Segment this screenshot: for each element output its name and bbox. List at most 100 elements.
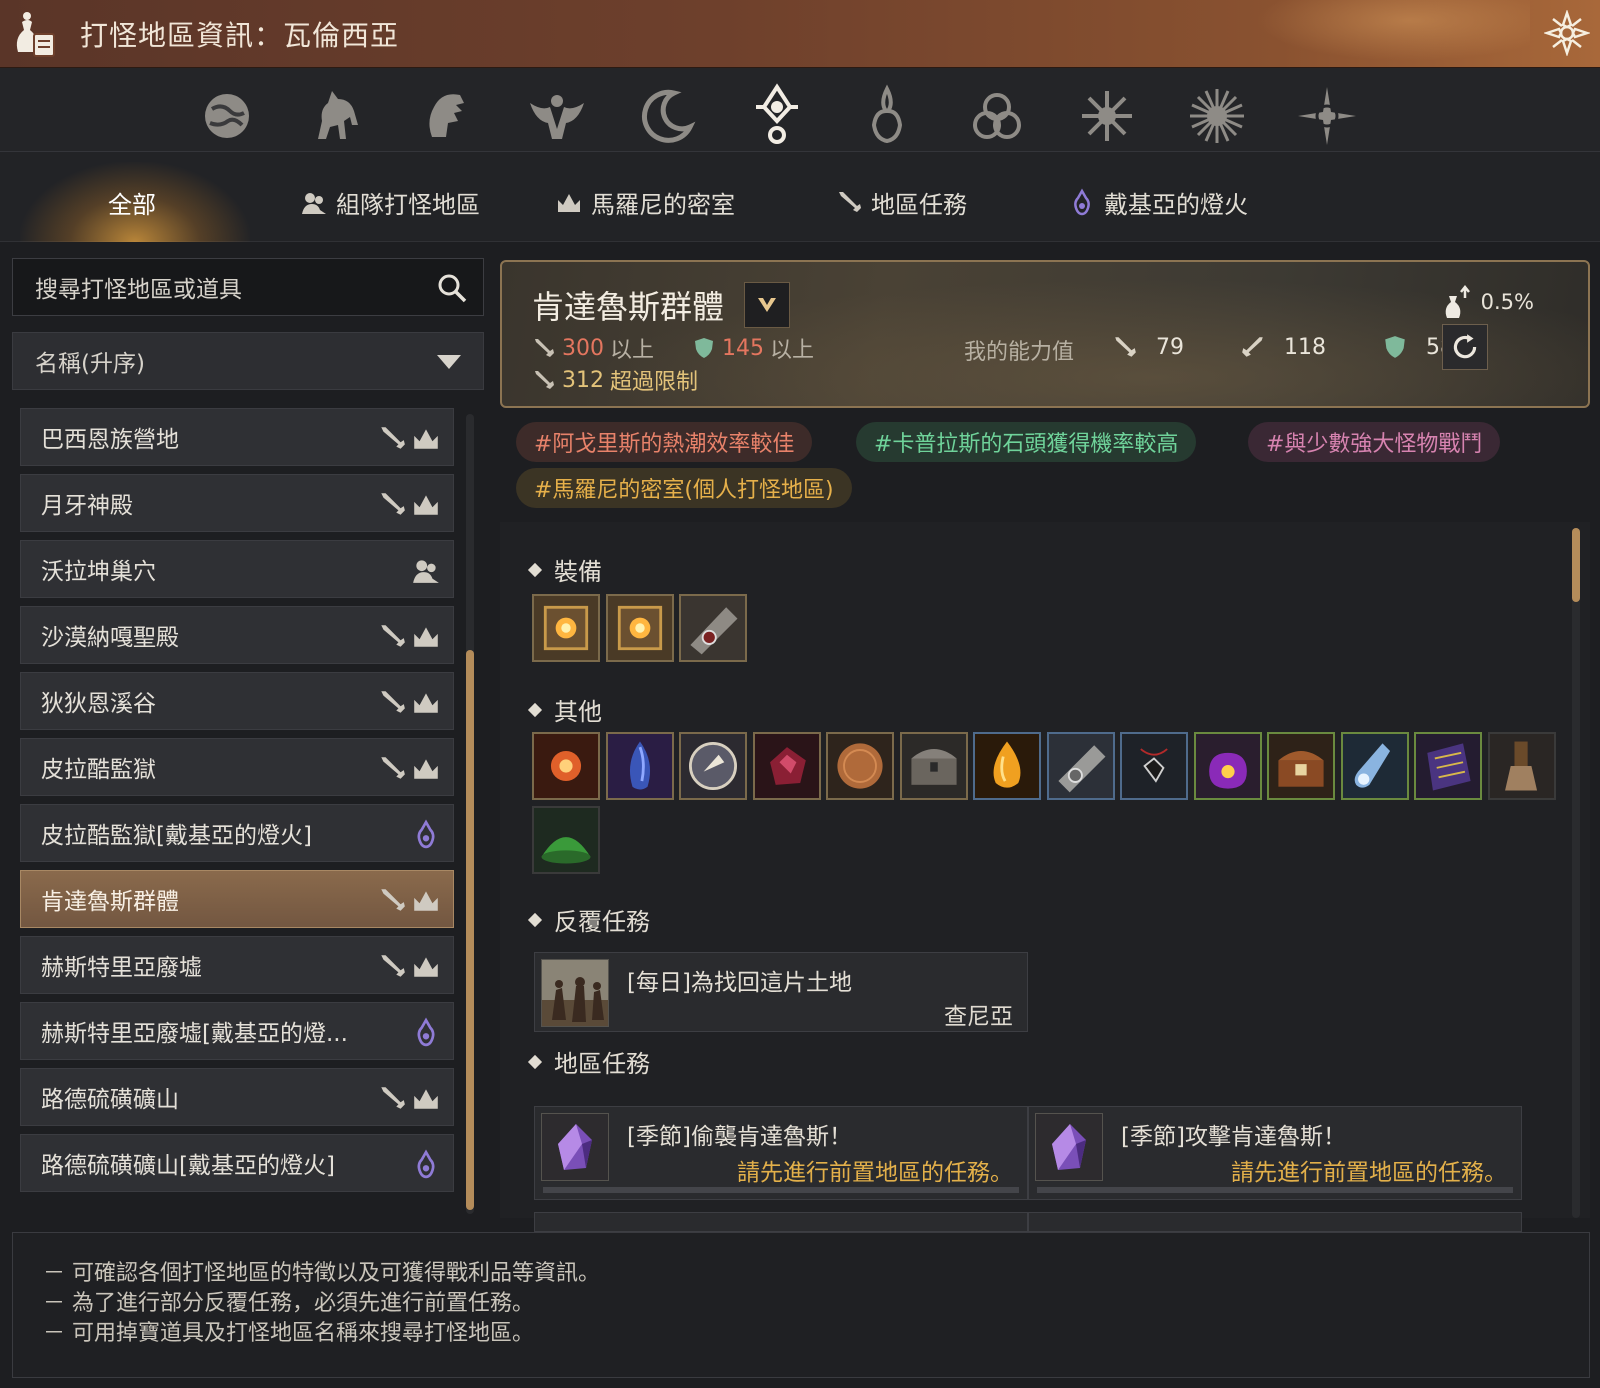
search-icon[interactable] [435,271,469,305]
zone-name: 肯達魯斯群體 [532,288,725,326]
quest-thumbnail [1035,1113,1103,1181]
green-pile-icon [534,808,598,872]
tab-lion[interactable] [392,74,502,158]
treasure-chest-icon [1269,734,1333,798]
region-quest-card[interactable] [534,1212,1028,1232]
item-slot[interactable] [605,732,674,800]
tab-starburst[interactable] [1052,74,1162,158]
tab-triquetra[interactable] [942,74,1052,158]
zone-list-item[interactable]: 皮拉酷監獄 [20,738,454,796]
search-placeholder: 搜尋打怪地區或道具 [35,277,242,303]
item-slot[interactable] [1046,732,1115,800]
loot-panel-scrollbar-thumb[interactable] [1572,528,1580,602]
triquetra-icon [973,93,1021,139]
tag-agris: #阿戈里斯的熱潮效率較佳 [516,422,813,462]
sort-dropdown[interactable]: 名稱(升序) [12,332,484,390]
item-slot[interactable] [752,732,821,800]
loot-panel: 裝備 其他 反覆任務 [每日]為找回這片土地 查尼亞 地區任務 [季節]偷襲肯達… [500,522,1590,1232]
refresh-button[interactable] [1442,324,1488,370]
tab-party-zones[interactable]: 組隊打怪地區 [300,182,480,222]
zone-list-item[interactable]: 皮拉酷監獄[戴基亞的燈火] [20,804,454,862]
item-slot[interactable] [1193,732,1262,800]
zone-type-icons [377,753,441,783]
item-slot[interactable] [1120,732,1188,800]
item-slot[interactable] [605,594,674,662]
crown-icon [414,627,438,647]
tab-globe[interactable] [172,74,282,158]
zone-list-item-label: 肯達魯斯群體 [41,889,179,915]
tab-region-quest[interactable]: 地區任務 [835,182,967,222]
region-quest-card[interactable]: [季節]偷襲肯達魯斯！ 請先進行前置地區的任務。 [534,1106,1028,1200]
tab-eagle-crest[interactable] [502,74,612,158]
repeat-quest-card[interactable]: [每日]為找回這片土地 查尼亞 [534,952,1028,1032]
item-slot[interactable] [679,594,747,662]
zone-header-card: 肯達魯斯群體 300 以上 145 以上 312 超過限制 0.5% 我的能力值 79… [500,260,1590,408]
item-slot[interactable] [1267,732,1335,800]
crescent-moon-icon [641,89,696,143]
item-slot[interactable] [899,732,968,800]
lion-icon [429,94,464,137]
tab-compass-star[interactable] [1272,74,1382,158]
zone-type-icons [377,885,441,915]
tab-sunburst[interactable] [1162,74,1272,158]
zone-list-item[interactable]: 巴西恩族營地 [20,408,454,466]
zone-list-item-label: 赫斯特里亞廢墟[戴基亞的燈... [41,1021,348,1047]
item-slot[interactable] [532,732,600,800]
region-quest-card[interactable]: [季節]攻擊肯達魯斯！ 請先進行前置地區的任務。 [1028,1106,1522,1200]
zone-type-icons [411,555,441,585]
diamond-bullet-icon [527,702,543,717]
item-slot[interactable] [973,732,1041,800]
section-other-title: 其他 [554,698,602,726]
tab-marni-room[interactable]: 馬羅尼的密室 [555,182,735,222]
region-quest-status: 請先進行前置地區的任務。 [737,1160,1013,1186]
copper-coin-icon [828,734,892,798]
loot-panel-scrollbar-track[interactable] [1572,528,1580,1218]
starburst-icon [1082,91,1132,141]
ap-requirement: 300 以上 145 以上 [532,332,814,364]
zone-list-item[interactable]: 月牙神殿 [20,474,454,532]
zone-list-item[interactable]: 肯達魯斯群體 [20,870,454,928]
sword-icon [381,427,405,449]
diamond-bullet-icon [527,1054,543,1069]
zone-list-scrollbar-thumb[interactable] [466,650,474,1210]
repeat-quest-title: [每日]為找回這片土地 [627,970,852,996]
sword-icon [535,339,554,357]
purple-crystal-icon [1036,1114,1102,1180]
zone-list-item[interactable]: 路德硫磺礦山[戴基亞的燈火] [20,1134,454,1192]
purple-crystal-icon [542,1114,608,1180]
item-slot[interactable] [1340,732,1409,800]
tab-dehkia-lamp[interactable]: 戴基亞的燈火 [1068,182,1248,222]
dp-requirement-value: 145 [722,335,765,361]
tab-all-label: 全部 [108,190,156,219]
tab-flame-hand[interactable] [832,74,942,158]
section-equipment-title: 裝備 [554,558,602,586]
item-slot[interactable] [532,806,600,874]
tab-horse[interactable] [282,74,392,158]
zone-list-item[interactable]: 赫斯特里亞廢墟[戴基亞的燈... [20,1002,454,1060]
item-slot[interactable] [532,594,600,662]
territory-icon-tabs [0,68,1600,156]
red-gem-icon [754,734,819,798]
zone-list-item[interactable]: 赫斯特里亞廢墟 [20,936,454,994]
settings-flower-icon[interactable] [1544,10,1590,56]
region-quest-card[interactable] [1028,1212,1522,1232]
my-ap-value: 79 [1156,334,1184,360]
chest-icon [901,734,966,798]
zone-list-item[interactable]: 路德硫磺礦山 [20,1068,454,1126]
zone-list-item-label: 皮拉酷監獄[戴基亞的燈火] [41,823,312,849]
item-slot[interactable] [1487,732,1556,800]
zone-variant-dropdown[interactable] [744,282,790,328]
item-slot[interactable] [1414,732,1482,800]
crown-icon [414,429,438,449]
zone-list-item[interactable]: 狄狄恩溪谷 [20,672,454,730]
party-icon [413,560,439,583]
item-slot[interactable] [679,732,747,800]
tab-all[interactable]: 全部 [108,182,156,222]
tab-crescent[interactable] [612,74,722,158]
zone-list-item[interactable]: 沃拉坤巢穴 [20,540,454,598]
zone-list-item[interactable]: 沙漠納嘎聖殿 [20,606,454,664]
search-input[interactable]: 搜尋打怪地區或道具 [12,258,484,316]
item-slot[interactable] [826,732,894,800]
tab-sun-compass[interactable] [722,74,832,158]
info-line: － 可確認各個打怪地區的特徵以及可獲得戰利品等資訊。 [43,1261,600,1286]
